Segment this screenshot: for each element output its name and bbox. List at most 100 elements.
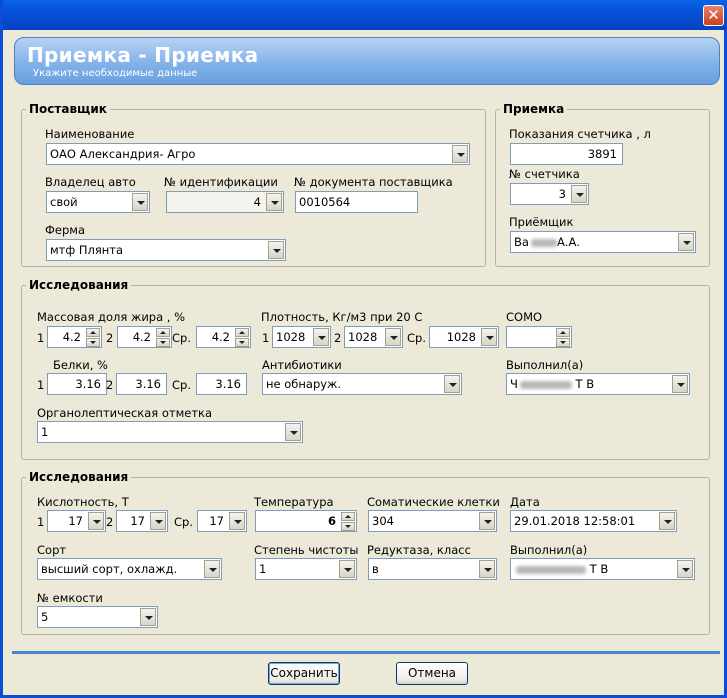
grade-combo[interactable]: высший сорт, охлажд. <box>37 558 222 580</box>
fat-2-spin[interactable]: 4.2 <box>117 326 172 348</box>
chevron-down-icon[interactable] <box>268 241 284 259</box>
tank-combo[interactable]: 5 <box>37 606 158 628</box>
fat-avg-spin[interactable]: 4.2 <box>196 326 251 348</box>
protein-label: Белки, % <box>53 358 108 372</box>
date-combo[interactable]: 29.01.2018 12:58:01 <box>510 510 677 532</box>
tank-value: 5 <box>41 610 49 624</box>
acidity-avg-label: Ср. <box>174 515 193 529</box>
fat-1-spin[interactable]: 4.2 <box>47 326 102 348</box>
receiver-value: Ва А.А. <box>514 235 580 249</box>
chevron-down-icon[interactable] <box>677 560 693 578</box>
save-button[interactable]: Сохранить <box>268 662 340 685</box>
chevron-down-icon[interactable] <box>481 328 497 346</box>
density-label: Плотность, Кг/м3 при 20 С <box>261 310 423 324</box>
acidity-2-combo[interactable]: 17 <box>116 510 168 532</box>
temp-spin[interactable]: 6 <box>255 510 357 532</box>
spin-up-icon[interactable] <box>556 328 570 337</box>
research-group-2: Исследования Кислотность, Т 1 17 2 17 Ср… <box>21 470 710 635</box>
chevron-down-icon[interactable] <box>672 375 688 393</box>
antibiotics-combo[interactable]: не обнаруж. <box>262 373 462 395</box>
tank-label: № емкости <box>37 591 103 605</box>
spin-up-icon[interactable] <box>86 328 100 337</box>
spin-up-icon[interactable] <box>341 512 355 521</box>
owner-label: Владелец авто <box>45 175 136 189</box>
organoleptic-label: Органолептическая отметка <box>37 406 213 420</box>
spin-down-icon[interactable] <box>86 338 100 347</box>
organoleptic-combo[interactable]: 1 <box>37 421 303 443</box>
chevron-down-icon[interactable] <box>385 328 401 346</box>
chevron-down-icon[interactable] <box>444 375 460 393</box>
chevron-down-icon[interactable] <box>452 145 468 163</box>
spin-down-icon[interactable] <box>156 338 170 347</box>
chevron-down-icon[interactable] <box>140 608 156 626</box>
density-2-combo[interactable]: 1028 <box>344 326 403 348</box>
chevron-down-icon[interactable] <box>479 512 495 530</box>
supplier-name-combo[interactable]: ОАО Александрия- Агро <box>46 143 470 165</box>
density-avg-label: Ср. <box>407 331 426 345</box>
protein-1-field[interactable]: 3.16 <box>47 373 107 395</box>
performer1-value: Ч Т В <box>510 377 595 391</box>
reductase-label: Редуктаза, класс <box>367 543 471 557</box>
protein-2-value: 3.16 <box>135 377 161 391</box>
meter-no-combo[interactable]: 3 <box>510 183 589 205</box>
acidity-1-value: 17 <box>68 514 83 528</box>
chevron-down-icon[interactable] <box>678 233 694 251</box>
somatic-combo[interactable]: 304 <box>368 510 497 532</box>
chevron-down-icon[interactable] <box>229 512 245 530</box>
date-label: Дата <box>510 495 540 509</box>
protein-avg-value: 3.16 <box>215 377 241 391</box>
protein-2-field[interactable]: 3.16 <box>116 373 167 395</box>
chevron-down-icon[interactable] <box>285 423 301 441</box>
density-1-combo[interactable]: 1028 <box>272 326 331 348</box>
id-combo[interactable]: 4 <box>166 191 284 213</box>
meter-label: Показания счетчика , л <box>509 127 651 141</box>
reductase-combo[interactable]: в <box>368 558 497 580</box>
acidity-1-label: 1 <box>37 515 45 529</box>
meter-value: 3891 <box>587 147 617 161</box>
fat-label: Массовая доля жира , % <box>37 310 186 324</box>
density-avg-value: 1028 <box>446 330 476 344</box>
chevron-down-icon[interactable] <box>204 560 220 578</box>
spin-up-icon[interactable] <box>235 328 249 337</box>
spin-down-icon[interactable] <box>341 522 355 531</box>
spin-down-icon[interactable] <box>235 338 249 347</box>
chevron-down-icon[interactable] <box>659 512 675 530</box>
receiver-combo[interactable]: Ва А.А. <box>510 231 696 253</box>
chevron-down-icon[interactable] <box>132 193 148 211</box>
farm-combo[interactable]: мтф Плянта <box>46 239 286 261</box>
density-avg-combo[interactable]: 1028 <box>429 326 499 348</box>
protein-avg-field[interactable]: 3.16 <box>196 373 247 395</box>
chevron-down-icon[interactable] <box>266 193 282 211</box>
purity-label: Степень чистоты <box>254 543 359 557</box>
density-1-label: 1 <box>262 331 270 345</box>
performer1-combo[interactable]: Ч Т В <box>506 373 690 395</box>
purity-combo[interactable]: 1 <box>255 558 357 580</box>
spin-down-icon[interactable] <box>556 338 570 347</box>
spin-up-icon[interactable] <box>156 328 170 337</box>
chevron-down-icon[interactable] <box>88 512 104 530</box>
receiver-label: Приёмщик <box>509 215 574 229</box>
meter-field[interactable]: 3891 <box>510 143 623 165</box>
performer2-label: Выполнил(а) <box>510 543 588 557</box>
acidity-avg-combo[interactable]: 17 <box>197 510 247 532</box>
somo-spin[interactable] <box>506 326 572 348</box>
chevron-down-icon[interactable] <box>339 560 355 578</box>
temp-label: Температура <box>254 495 334 509</box>
owner-value: свой <box>50 195 78 209</box>
cancel-button[interactable]: Отмена <box>396 662 468 685</box>
owner-combo[interactable]: свой <box>46 191 150 213</box>
chevron-down-icon[interactable] <box>313 328 329 346</box>
chevron-down-icon[interactable] <box>479 560 495 578</box>
acidity-label: Кислотность, Т <box>37 495 129 509</box>
supplier-legend: Поставщик <box>26 102 110 116</box>
close-button[interactable]: ✕ <box>703 5 724 26</box>
acidity-1-combo[interactable]: 17 <box>47 510 106 532</box>
doc-field[interactable]: 0010564 <box>295 191 418 213</box>
performer1-label: Выполнил(а) <box>506 358 584 372</box>
research-group-1: Исследования Массовая доля жира , % 1 4.… <box>21 278 710 460</box>
dialog-header: Приемка - Приемка Укажите необходимые да… <box>14 37 720 85</box>
chevron-down-icon[interactable] <box>571 185 587 203</box>
chevron-down-icon[interactable] <box>150 512 166 530</box>
density-2-label: 2 <box>334 331 342 345</box>
performer2-combo[interactable]: Т В <box>510 558 695 580</box>
